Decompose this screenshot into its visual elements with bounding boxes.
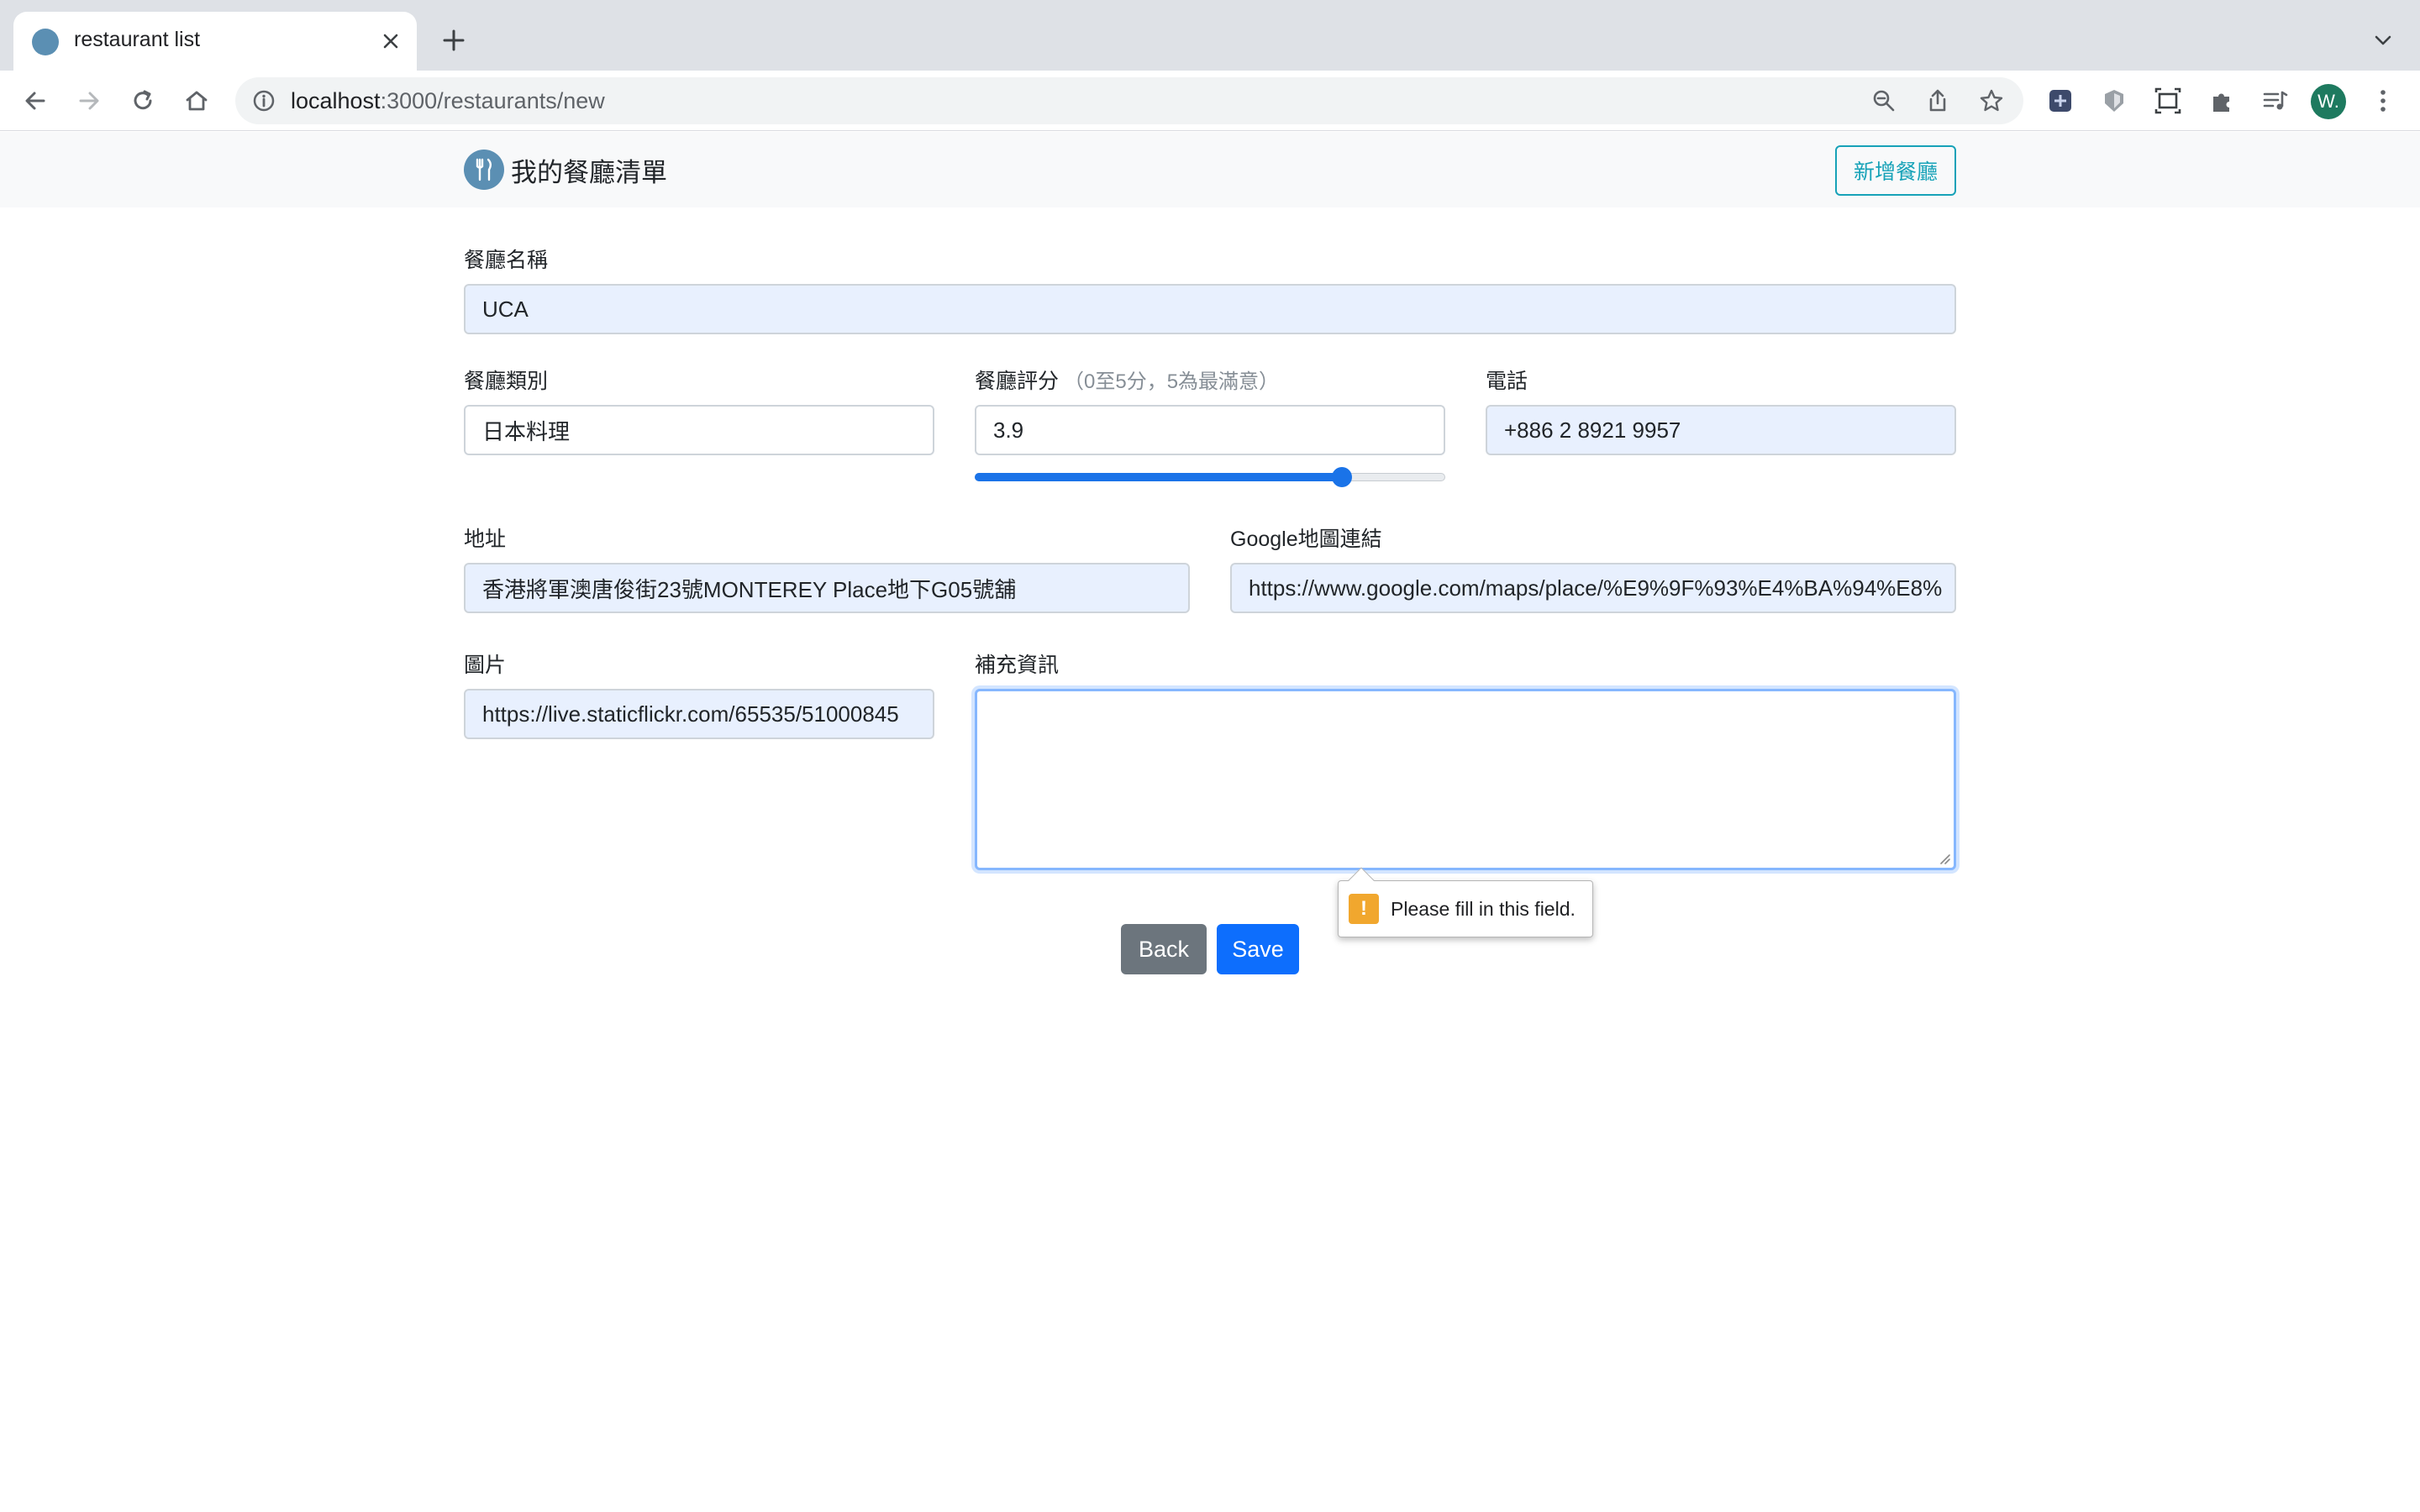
close-tab-icon[interactable] (376, 27, 405, 55)
google-map-value: https://www.google.com/maps/place/%E9%9F… (1249, 575, 1943, 601)
validation-tooltip: ! Please fill in this field. (1338, 867, 1593, 937)
category-label: 餐廳類別 (464, 370, 549, 393)
name-value: UCA (482, 296, 529, 322)
rating-input[interactable]: 3.9 (975, 405, 1445, 455)
tab-search-chevron-icon[interactable] (2368, 25, 2398, 55)
browser-menu-icon[interactable] (2366, 84, 2400, 118)
url-text: localhost:3000/restaurants/new (291, 88, 605, 114)
rating-label: 餐廳評分 （0至5分，5為最滿意） (975, 365, 1279, 395)
bookmark-star-icon[interactable] (1976, 86, 2007, 116)
extension-shield-icon[interactable] (2097, 84, 2131, 118)
profile-avatar[interactable]: W. (2311, 84, 2346, 119)
utensils-logo-icon (464, 150, 504, 190)
share-icon[interactable] (1923, 86, 1953, 116)
location-input[interactable]: 香港將軍澳唐俊街23號MONTEREY Place地下G05號舖 (464, 563, 1190, 613)
google-map-label: Google地圖連結 (1230, 528, 1382, 551)
url-path: :3000/restaurants/new (380, 88, 605, 113)
image-value: https://live.staticflickr.com/65535/5100… (482, 701, 899, 727)
brand-link[interactable]: 我的餐廳清單 (464, 149, 667, 191)
description-label: 補充資訊 (975, 654, 1060, 677)
site-navbar: 我的餐廳清單 新增餐廳 (0, 132, 2420, 207)
url-host: localhost (291, 88, 381, 113)
warning-icon: ! (1349, 894, 1379, 924)
browser-tabstrip: restaurant list (0, 0, 2420, 71)
rating-slider-thumb[interactable] (1332, 467, 1352, 487)
validation-message: Please fill in this field. (1391, 897, 1576, 920)
reload-icon[interactable] (126, 84, 160, 118)
forward-arrow-icon[interactable] (72, 84, 106, 118)
name-label: 餐廳名稱 (464, 249, 549, 272)
restaurant-favicon-icon (32, 29, 59, 55)
google-map-input[interactable]: https://www.google.com/maps/place/%E9%9F… (1230, 563, 1956, 613)
back-button[interactable]: Back (1121, 924, 1207, 974)
resize-grip-icon[interactable] (1937, 851, 1950, 864)
location-label: 地址 (464, 528, 507, 551)
rating-hint: （0至5分，5為最滿意） (1064, 370, 1280, 393)
image-label: 圖片 (464, 654, 507, 677)
extension-puzzle-color-icon[interactable] (2044, 84, 2077, 118)
name-input[interactable]: UCA (464, 284, 1956, 334)
brand-title: 我的餐廳清單 (511, 157, 667, 187)
extensions-puzzle-icon[interactable] (2205, 84, 2238, 118)
category-input[interactable]: 日本料理 (464, 405, 934, 455)
tab-title: restaurant list (74, 28, 201, 51)
rating-slider[interactable] (975, 467, 1445, 487)
phone-label: 電話 (1486, 370, 1528, 393)
back-arrow-icon[interactable] (18, 84, 52, 118)
phone-value: +886 2 8921 9957 (1504, 417, 1681, 443)
validation-tooltip-arrow (1348, 867, 1375, 894)
home-icon[interactable] (180, 84, 213, 118)
category-value: 日本料理 (482, 418, 571, 444)
browser-tab[interactable]: restaurant list (13, 12, 417, 71)
screen-capture-icon[interactable] (2151, 84, 2185, 118)
browser-toolbar: localhost:3000/restaurants/new W. (0, 71, 2420, 131)
image-input[interactable]: https://live.staticflickr.com/65535/5100… (464, 689, 934, 739)
description-textarea[interactable] (975, 689, 1956, 870)
save-button[interactable]: Save (1217, 924, 1299, 974)
site-info-icon[interactable] (250, 87, 277, 114)
zoom-icon[interactable] (1869, 86, 1899, 116)
new-tab-icon[interactable] (437, 24, 471, 57)
reading-list-icon[interactable] (2259, 84, 2292, 118)
new-restaurant-button[interactable]: 新增餐廳 (1835, 145, 1956, 196)
address-bar[interactable]: localhost:3000/restaurants/new (235, 77, 2023, 124)
rating-slider-fill (975, 473, 1342, 481)
rating-label-text: 餐廳評分 (975, 370, 1060, 393)
location-value: 香港將軍澳唐俊街23號MONTEREY Place地下G05號舖 (482, 576, 1017, 602)
phone-input[interactable]: +886 2 8921 9957 (1486, 405, 1956, 455)
rating-value: 3.9 (993, 417, 1024, 443)
